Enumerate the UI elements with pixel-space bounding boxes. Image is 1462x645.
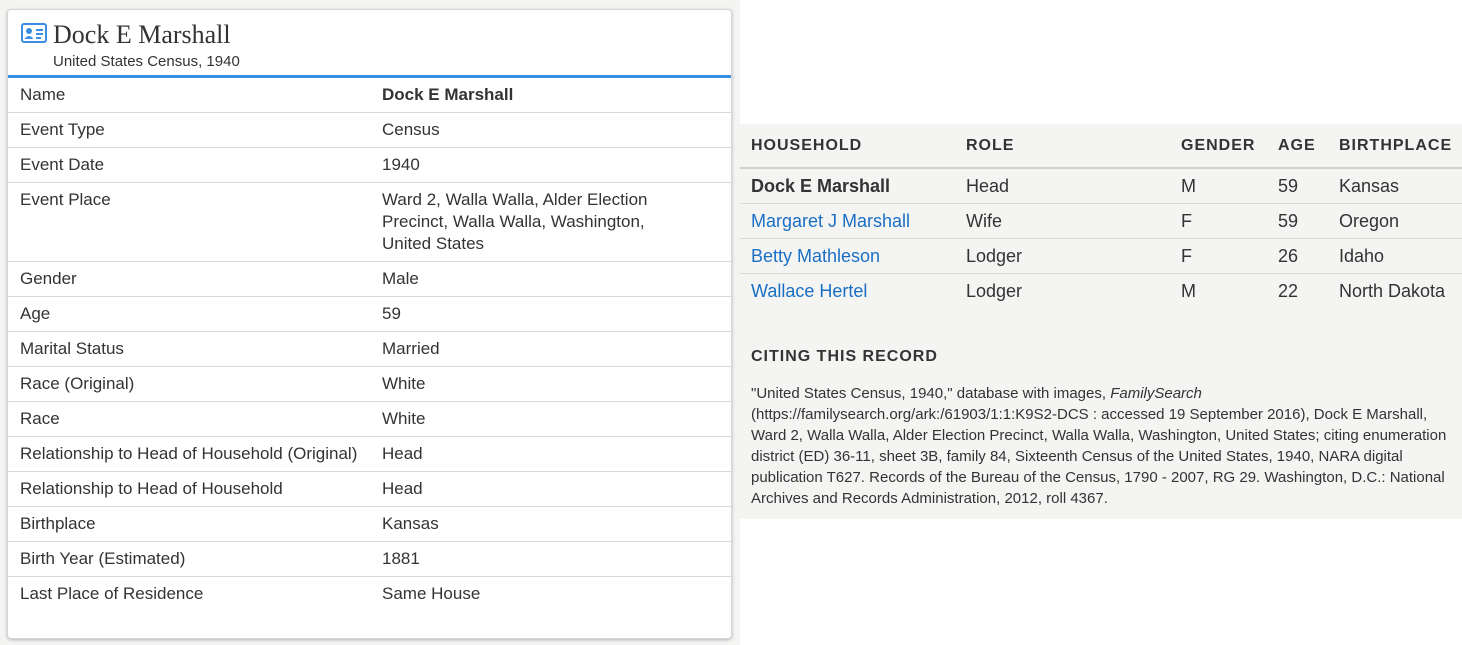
fact-row: Relationship to Head of Household Head	[8, 472, 731, 507]
member-gender: F	[1170, 238, 1267, 274]
fact-value: Married	[382, 339, 440, 358]
member-birthplace: North Dakota	[1339, 281, 1446, 301]
fact-row: Last Place of Residence Same House	[8, 577, 731, 612]
fact-row: Event Date 1940	[8, 148, 731, 183]
fact-label: Birthplace	[20, 514, 96, 533]
record-header: Dock E Marshall United States Census, 19…	[8, 10, 731, 78]
fact-value: Census	[382, 120, 440, 139]
member-role: Lodger	[966, 281, 1023, 301]
fact-value: 1940	[382, 155, 420, 174]
fact-value: Kansas	[382, 514, 439, 533]
fact-label: Event Place	[20, 190, 111, 209]
member-age: 22	[1278, 281, 1299, 301]
fact-label: Last Place of Residence	[20, 584, 204, 603]
fact-label: Birth Year (Estimated)	[20, 549, 186, 568]
member-name-cell: Margaret J Marshall	[740, 203, 955, 239]
fact-row: Marital Status Married	[8, 332, 731, 367]
member-birthplace: Idaho	[1328, 238, 1462, 274]
member-role: Lodger	[955, 238, 1170, 274]
citation-text-before: "United States Census, 1940," database w…	[751, 385, 1111, 402]
member-role: Head	[955, 168, 1170, 204]
household-member-row: Dock E Marshall Head M 59 Kansas	[740, 168, 1462, 204]
member-age: 26	[1267, 238, 1328, 274]
fact-row: Race (Original) White	[8, 367, 731, 402]
citation-text: "United States Census, 1940," database w…	[751, 383, 1459, 509]
fact-label: Race (Original)	[20, 374, 135, 393]
member-name: Dock E Marshall	[751, 176, 891, 196]
gender-column-header: GENDER	[1170, 124, 1267, 169]
household-header-row: HOUSEHOLD ROLE GENDER AGE BIRTHPLACE	[740, 124, 1462, 169]
fact-label: Age	[20, 304, 51, 323]
fact-row: Name Dock E Marshall	[8, 78, 731, 113]
household-member-row: Wallace Hertel Lodger M 22 North Dakota	[740, 274, 1462, 309]
record-pane: Dock E Marshall United States Census, 19…	[0, 0, 740, 645]
fact-label: Event Type	[20, 120, 105, 139]
fact-row: Birth Year (Estimated) 1881	[8, 542, 731, 577]
role-column-header: ROLE	[955, 124, 1170, 169]
member-name-cell: Dock E Marshall	[740, 168, 955, 204]
member-gender: M	[1170, 168, 1267, 204]
member-age: 59	[1267, 168, 1328, 204]
fact-value: Ward 2, Walla Walla, Alder Election Prec…	[382, 190, 648, 253]
fact-row: Gender Male	[8, 262, 731, 297]
household-member-row: Betty Mathleson Lodger F 26 Idaho	[740, 238, 1462, 274]
fact-value: 59	[382, 304, 401, 323]
member-gender: M	[1181, 281, 1196, 301]
member-birthplace: Kansas	[1328, 168, 1462, 204]
person-card-icon	[21, 23, 47, 43]
household-column-header: HOUSEHOLD	[740, 124, 955, 169]
birthplace-column-header: BIRTHPLACE	[1328, 124, 1462, 169]
fact-value: Same House	[382, 584, 481, 603]
member-name-link[interactable]: Margaret J Marshall	[751, 211, 910, 231]
fact-value: Male	[382, 269, 419, 288]
record-subtitle: United States Census, 1940	[53, 53, 240, 70]
age-column-header: AGE	[1267, 124, 1328, 169]
citing-heading: CITING THIS RECORD	[751, 348, 938, 365]
fact-value: White	[382, 409, 426, 428]
citation-text-after: (https://familysearch.org/ark:/61903/1:1…	[751, 406, 1447, 507]
fact-row: Relationship to Head of Household (Origi…	[8, 437, 731, 472]
member-name-link[interactable]: Betty Mathleson	[751, 246, 880, 266]
household-pane: HOUSEHOLD ROLE GENDER AGE BIRTHPLACE Doc…	[740, 124, 1462, 519]
record-card: Dock E Marshall United States Census, 19…	[7, 9, 732, 639]
fact-label: Relationship to Head of Household (Origi…	[20, 444, 358, 463]
fact-value: Head	[382, 479, 423, 498]
fact-row: Event Type Census	[8, 113, 731, 148]
member-name-link[interactable]: Wallace Hertel	[751, 281, 867, 301]
member-role: Wife	[955, 203, 1170, 239]
member-birthplace: Oregon	[1328, 203, 1462, 239]
fact-label: Race	[20, 409, 60, 428]
fact-label: Name	[20, 85, 66, 104]
fact-label: Relationship to Head of Household	[20, 479, 283, 498]
fact-value: 1881	[382, 549, 420, 568]
fact-label: Marital Status	[20, 339, 124, 358]
household-member-row: Margaret J Marshall Wife F 59 Oregon	[740, 203, 1462, 239]
fact-value: Dock E Marshall	[382, 85, 514, 104]
fact-row: Race White	[8, 402, 731, 437]
fact-label: Gender	[20, 269, 77, 288]
member-name-cell: Wallace Hertel	[740, 274, 955, 309]
fact-row: Birthplace Kansas	[8, 507, 731, 542]
record-facts-table: Name Dock E Marshall Event Type Census Event…	[8, 78, 731, 611]
fact-value: White	[382, 374, 426, 393]
household-table: HOUSEHOLD ROLE GENDER AGE BIRTHPLACE Doc…	[740, 124, 1462, 308]
member-name-cell: Betty Mathleson	[740, 238, 955, 274]
fact-value: Head	[382, 444, 423, 463]
fact-row: Age 59	[8, 297, 731, 332]
fact-row: Event Place Ward 2, Walla Walla, Alder El…	[8, 183, 731, 262]
member-gender: F	[1170, 203, 1267, 239]
citation-source-name: FamilySearch	[1110, 385, 1202, 402]
member-age: 59	[1267, 203, 1328, 239]
record-title: Dock E Marshall	[53, 20, 231, 49]
fact-label: Event Date	[20, 155, 105, 174]
